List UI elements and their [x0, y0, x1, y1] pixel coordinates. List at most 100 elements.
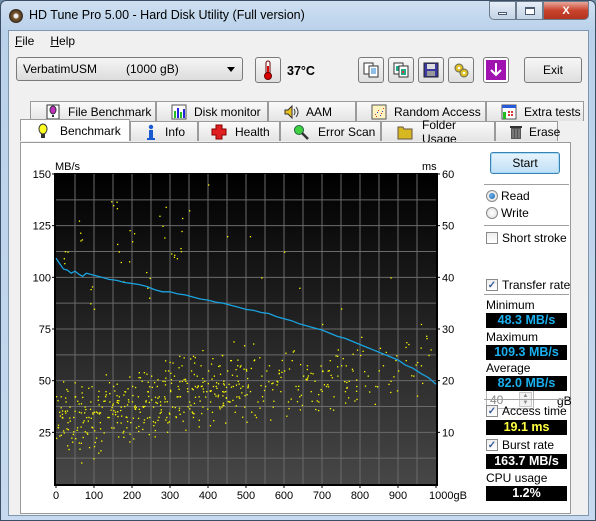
- disk-monitor-icon: [171, 104, 187, 120]
- menu-help[interactable]: Help: [50, 34, 75, 48]
- tab-extra-tests[interactable]: Extra tests: [486, 101, 584, 121]
- burst-rate-checkbox[interactable]: ✓ Burst rate: [486, 438, 554, 452]
- access-time-point: [147, 391, 150, 393]
- x-tick-label: 500: [237, 490, 255, 502]
- start-button[interactable]: Start: [490, 152, 560, 174]
- copy-screenshot-button[interactable]: [388, 57, 414, 83]
- write-radio[interactable]: Write: [486, 206, 529, 220]
- tab-erase[interactable]: Erase: [495, 121, 560, 141]
- access-time-point: [151, 375, 153, 377]
- access-time-point: [125, 416, 127, 418]
- access-time-point: [209, 425, 212, 427]
- access-time-point: [346, 381, 348, 384]
- access-time-checkbox[interactable]: ✓ Access time: [486, 404, 567, 418]
- access-time-point: [56, 437, 58, 440]
- copy-text-icon: [363, 62, 379, 78]
- transfer-rate-checkbox[interactable]: ✓ Transfer rate: [486, 278, 570, 292]
- access-time-point: [192, 416, 195, 419]
- access-time-point: [132, 385, 134, 388]
- access-time-point: [388, 383, 390, 386]
- access-time-point: [199, 400, 201, 402]
- access-time-point: [138, 425, 140, 428]
- close-button[interactable]: X: [543, 1, 589, 20]
- access-time-point: [251, 411, 253, 413]
- drive-select[interactable]: VerbatimUSM (1000 gB): [16, 57, 243, 81]
- access-time-point: [105, 394, 107, 396]
- access-time-point: [99, 422, 101, 424]
- benchmark-panel: 0 100 200 300 400 500 600 700 800 900 1000gB 25 50 75…: [20, 142, 572, 514]
- chart-svg: 0 100 200 300 400 500 600 700 800 900 1000gB 25 50 75…: [33, 161, 467, 502]
- access-time-point: [91, 426, 93, 428]
- access-time-point: [157, 379, 159, 381]
- access-time-point: [124, 391, 127, 393]
- tab-aam[interactable]: AAM: [268, 101, 356, 121]
- access-time-point: [88, 446, 91, 449]
- read-radio[interactable]: Read: [486, 189, 530, 203]
- tab-info[interactable]: Info: [130, 121, 198, 141]
- tab-folder-usage[interactable]: Folder Usage: [381, 118, 495, 146]
- access-time-point: [300, 394, 303, 396]
- access-time-point: [320, 365, 322, 367]
- save-button[interactable]: [418, 57, 444, 83]
- access-time-point: [73, 416, 75, 419]
- download-button[interactable]: [483, 57, 509, 83]
- short-stroke-checkbox[interactable]: Short stroke: [486, 231, 567, 245]
- tab-error-scan[interactable]: Error Scan: [280, 121, 381, 141]
- access-time-point: [116, 201, 118, 203]
- access-time-point: [198, 419, 200, 421]
- tab-disk-monitor[interactable]: Disk monitor: [156, 101, 268, 121]
- access-time-point: [325, 385, 328, 388]
- exit-button[interactable]: Exit: [524, 57, 582, 83]
- access-time-point: [129, 230, 131, 232]
- access-time-point: [97, 399, 99, 401]
- menu-file[interactable]: File: [15, 34, 34, 48]
- copy-text-button[interactable]: [358, 57, 384, 83]
- access-time-point: [157, 419, 159, 422]
- tab-benchmark[interactable]: Benchmark: [20, 119, 130, 141]
- access-time-point: [284, 370, 286, 372]
- access-time-point: [396, 355, 398, 357]
- access-time-point: [179, 355, 181, 358]
- tab-label: File Benchmark: [68, 104, 152, 119]
- tab-file-benchmark[interactable]: File Benchmark: [30, 101, 156, 121]
- maximize-button[interactable]: [516, 1, 543, 20]
- access-time-point: [318, 393, 320, 396]
- access-time-point: [348, 380, 350, 382]
- access-time-point: [148, 433, 150, 436]
- access-time-point: [238, 396, 240, 398]
- tab-health[interactable]: Health: [198, 121, 280, 141]
- access-time-point: [87, 433, 89, 435]
- access-time-point: [156, 385, 158, 388]
- access-time-point: [152, 421, 155, 423]
- access-time-point: [197, 385, 199, 387]
- access-time-point: [329, 408, 332, 410]
- access-time-point: [170, 391, 172, 393]
- access-time-point: [153, 424, 155, 427]
- access-time-point: [292, 351, 294, 353]
- divider: [484, 399, 569, 400]
- access-time-point: [260, 384, 262, 387]
- options-button[interactable]: [448, 57, 474, 83]
- access-time-point: [148, 401, 151, 404]
- temperature-button[interactable]: [255, 57, 281, 83]
- access-time-point: [113, 385, 115, 388]
- access-time-point: [189, 408, 191, 410]
- access-time-point: [202, 377, 204, 380]
- x-tick-label: 0: [53, 490, 59, 502]
- access-time-point: [90, 401, 92, 403]
- access-time-point: [315, 408, 317, 411]
- access-time-point: [169, 413, 171, 415]
- y-left-tick-label: 75: [39, 324, 51, 336]
- access-time-point: [217, 383, 220, 385]
- minimize-button[interactable]: [489, 1, 516, 20]
- access-time-point: [193, 413, 195, 415]
- access-time-point: [341, 365, 343, 367]
- access-time-point: [66, 410, 69, 412]
- access-time-point: [178, 409, 180, 412]
- tab-label: Info: [165, 124, 186, 139]
- window-title: HD Tune Pro 5.00 - Hard Disk Utility (Fu…: [29, 8, 305, 22]
- access-time-point: [105, 374, 108, 376]
- access-time-point: [352, 370, 354, 372]
- access-time-point: [193, 402, 196, 405]
- access-time-point: [212, 358, 214, 360]
